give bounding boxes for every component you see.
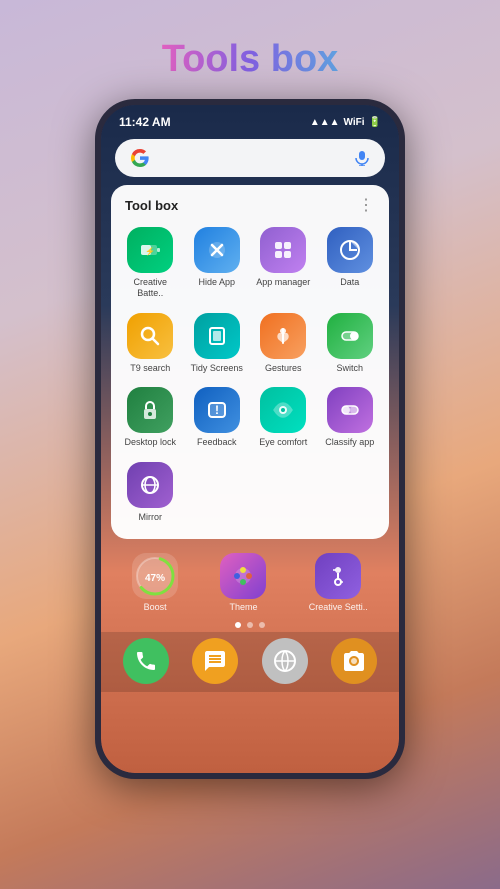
- app-item-desktop-lock[interactable]: Desktop lock: [119, 381, 182, 452]
- switch-icon: [327, 313, 373, 359]
- page-dot-3[interactable]: [259, 622, 265, 628]
- nav-bar: [101, 632, 399, 692]
- app-grid: ⚡ Creative Batte.. Hide App: [119, 221, 381, 527]
- app-item-hide-app[interactable]: Hide App: [186, 221, 249, 303]
- mirror-label: Mirror: [139, 512, 163, 523]
- classify-app-icon: [327, 387, 373, 433]
- gestures-label: Gestures: [265, 363, 302, 374]
- app-item-data[interactable]: Data: [319, 221, 382, 303]
- page-dot-2[interactable]: [247, 622, 253, 628]
- boost-icon: 47%: [132, 553, 178, 599]
- app-manager-label: App manager: [256, 277, 310, 288]
- nav-message-icon[interactable]: [192, 638, 238, 684]
- app-item-mirror[interactable]: Mirror: [119, 456, 182, 527]
- status-icons: ▲▲▲ WiFi 🔋: [310, 117, 381, 128]
- hide-app-icon: [194, 227, 240, 273]
- tidy-screens-label: Tidy Screens: [191, 363, 243, 374]
- page-dot-1[interactable]: [235, 622, 241, 628]
- svg-text:!: !: [215, 403, 219, 417]
- dock-item-boost[interactable]: 47% Boost: [132, 553, 178, 612]
- t9-search-label: T9 search: [130, 363, 170, 374]
- app-item-creative-battery[interactable]: ⚡ Creative Batte..: [119, 221, 182, 303]
- app-item-app-manager[interactable]: App manager: [252, 221, 315, 303]
- nav-phone-icon[interactable]: [123, 638, 169, 684]
- gestures-icon: [260, 313, 306, 359]
- eye-comfort-icon: [260, 387, 306, 433]
- app-item-feedback[interactable]: ! Feedback: [186, 381, 249, 452]
- wifi-icon: WiFi: [344, 117, 365, 128]
- google-logo: [129, 147, 151, 169]
- creative-battery-label: Creative Batte..: [121, 277, 180, 299]
- phone-frame: 11:42 AM ▲▲▲ WiFi 🔋: [95, 99, 405, 779]
- battery-icon: 🔋: [369, 117, 381, 128]
- page-dots: [101, 622, 399, 628]
- creative-settings-icon: [315, 553, 361, 599]
- app-manager-icon: [260, 227, 306, 273]
- app-item-gestures[interactable]: Gestures: [252, 307, 315, 378]
- nav-camera-icon[interactable]: [331, 638, 377, 684]
- toolbox-card: Tool box ⋮ ⚡ Creative Batte..: [111, 185, 389, 539]
- dock-item-creative-settings[interactable]: Creative Setti..: [309, 553, 368, 612]
- app-item-classify-app[interactable]: Classify app: [319, 381, 382, 452]
- data-label: Data: [340, 277, 359, 288]
- page-title: Tools box: [162, 38, 339, 81]
- app-item-t9-search[interactable]: T9 search: [119, 307, 182, 378]
- dock-item-theme[interactable]: Theme: [220, 553, 266, 612]
- feedback-icon: !: [194, 387, 240, 433]
- phone-screen: 11:42 AM ▲▲▲ WiFi 🔋: [101, 105, 399, 773]
- toolbox-header: Tool box ⋮: [119, 195, 381, 221]
- more-options-icon[interactable]: ⋮: [358, 195, 375, 215]
- creative-battery-icon: ⚡: [127, 227, 173, 273]
- switch-label: Switch: [336, 363, 363, 374]
- tidy-screens-icon: [194, 313, 240, 359]
- app-item-switch[interactable]: Switch: [319, 307, 382, 378]
- desktop-lock-icon: [127, 387, 173, 433]
- classify-app-label: Classify app: [325, 437, 374, 448]
- eye-comfort-label: Eye comfort: [259, 437, 307, 448]
- bottom-dock: 47% Boost Theme: [101, 545, 399, 616]
- desktop-lock-label: Desktop lock: [124, 437, 176, 448]
- toolbox-title: Tool box: [125, 198, 178, 213]
- svg-text:47%: 47%: [145, 573, 165, 584]
- mirror-icon: [127, 462, 173, 508]
- status-bar: 11:42 AM ▲▲▲ WiFi 🔋: [101, 105, 399, 133]
- hide-app-label: Hide App: [198, 277, 235, 288]
- search-bar[interactable]: [115, 139, 385, 177]
- creative-settings-label: Creative Setti..: [309, 602, 368, 612]
- status-time: 11:42 AM: [119, 115, 171, 129]
- theme-icon: [220, 553, 266, 599]
- theme-label: Theme: [229, 602, 257, 612]
- signal-icon: ▲▲▲: [310, 117, 340, 128]
- t9-search-icon: [127, 313, 173, 359]
- boost-label: Boost: [144, 602, 167, 612]
- svg-text:⚡: ⚡: [145, 246, 155, 256]
- mic-icon[interactable]: [353, 149, 371, 167]
- app-item-eye-comfort[interactable]: Eye comfort: [252, 381, 315, 452]
- nav-browser-icon[interactable]: [262, 638, 308, 684]
- data-icon: [327, 227, 373, 273]
- feedback-label: Feedback: [197, 437, 237, 448]
- app-item-tidy-screens[interactable]: Tidy Screens: [186, 307, 249, 378]
